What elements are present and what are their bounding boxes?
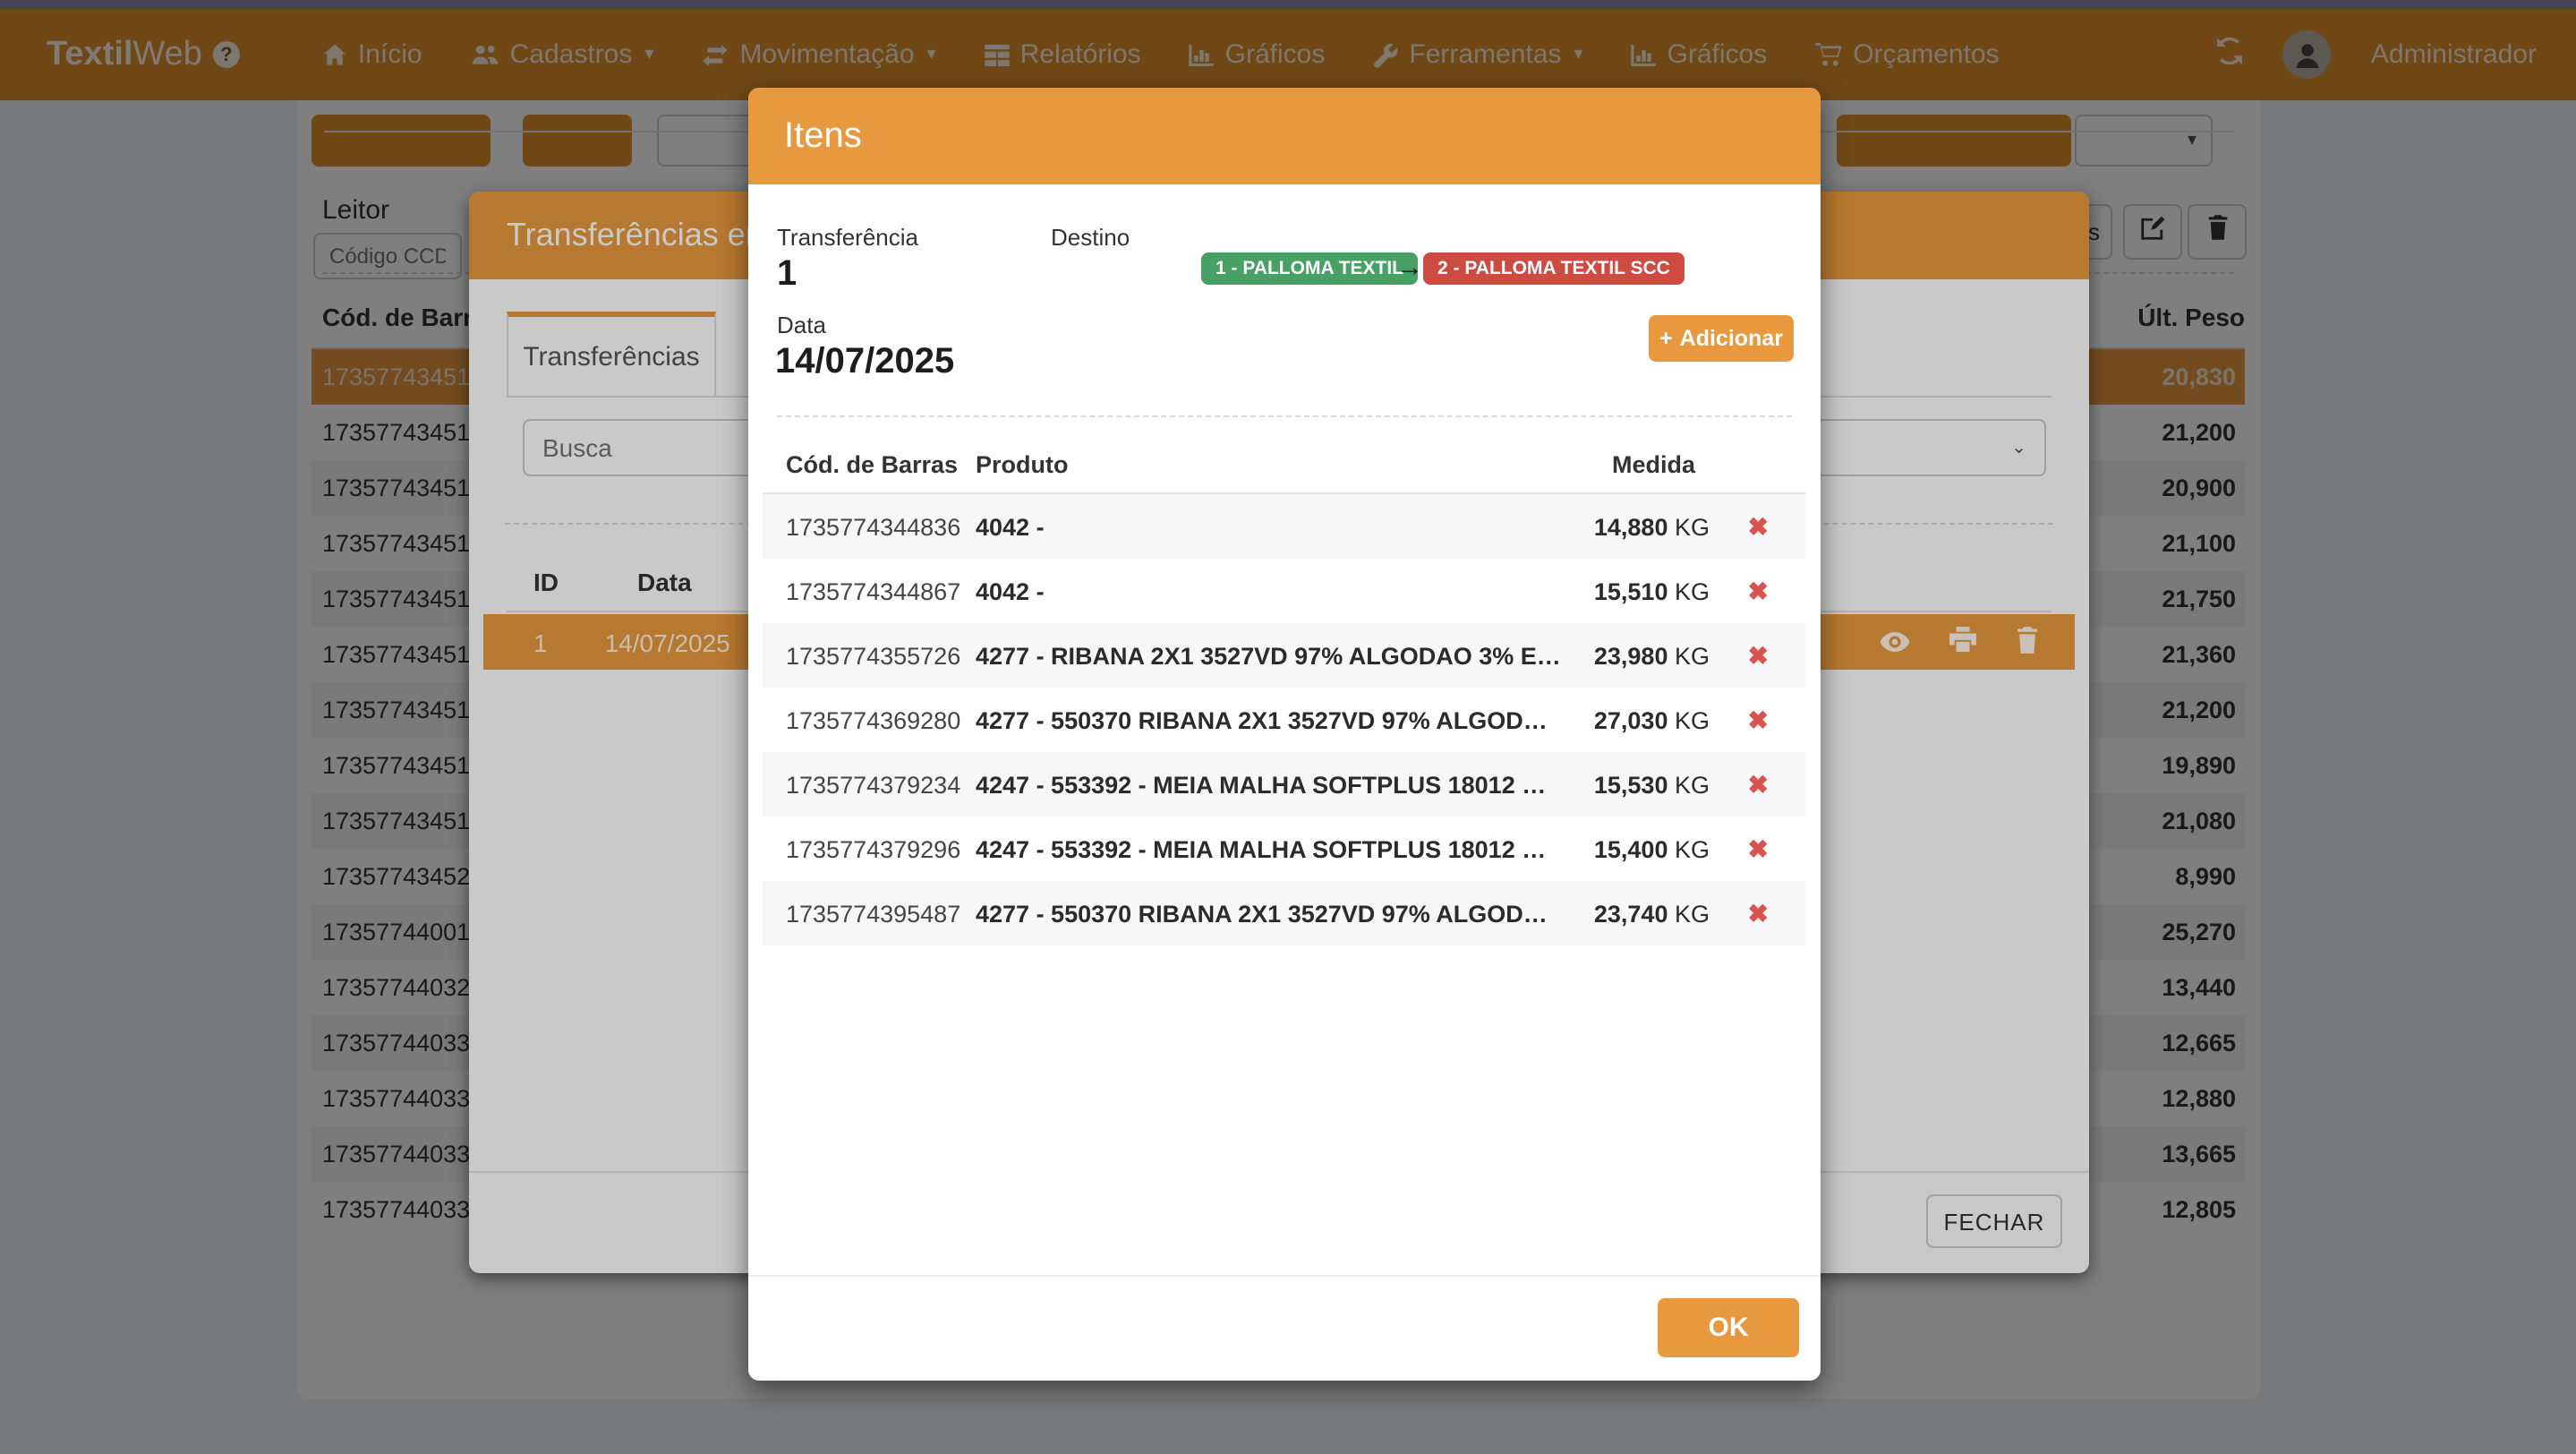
item-barcode: 1735774369280 — [786, 706, 960, 733]
ok-button[interactable]: OK — [1658, 1298, 1799, 1357]
remove-item-icon[interactable]: ✖ — [1748, 511, 1769, 542]
item-barcode: 1735774395487 — [786, 900, 960, 927]
item-produto: 4042 - — [976, 577, 1045, 604]
item-barcode: 1735774344867 — [786, 577, 960, 604]
item-medida: 15,510 KG — [1594, 577, 1710, 604]
item-barcode: 1735774379296 — [786, 835, 960, 862]
item-medida: 14,880 KG — [1594, 513, 1710, 540]
remove-item-icon[interactable]: ✖ — [1748, 640, 1769, 671]
item-row: 1735774344867 4042 - 15,510 KG ✖ — [763, 559, 1806, 623]
adicionar-button[interactable]: + Adicionar — [1649, 315, 1794, 362]
plus-icon: + — [1659, 326, 1673, 351]
itens-table: 17357743448364042 -14,880 KG✖17357743448… — [763, 494, 1806, 945]
item-row: 1735774344836 4042 - 14,880 KG ✖ — [763, 494, 1806, 559]
divider — [777, 415, 1792, 417]
item-medida: 23,740 KG — [1594, 900, 1710, 927]
modal-footer-divider — [748, 1275, 1821, 1277]
arrow-right-icon: → — [1396, 252, 1423, 283]
destino-badge: 2 - PALLOMA TEXTIL SCC — [1423, 252, 1685, 285]
data-value: 14/07/2025 — [775, 342, 954, 383]
item-medida: 15,400 KG — [1594, 835, 1710, 862]
remove-item-icon[interactable]: ✖ — [1748, 834, 1769, 864]
item-medida: 23,980 KG — [1594, 642, 1710, 669]
remove-item-icon[interactable]: ✖ — [1748, 576, 1769, 606]
destino-label: Destino — [1051, 224, 1130, 251]
item-row: 1735774395487 4277 - 550370 RIBANA 2X1 35… — [763, 881, 1806, 945]
item-produto: 4277 - 550370 RIBANA 2X1 3527VD 97% ALGO… — [976, 900, 1548, 927]
remove-item-icon[interactable]: ✖ — [1748, 769, 1769, 800]
data-label: Data — [777, 312, 826, 338]
item-row: 1735774355726 4277 - RIBANA 2X1 3527VD 97… — [763, 623, 1806, 688]
item-barcode: 1735774379234 — [786, 771, 960, 798]
item-produto: 4277 - RIBANA 2X1 3527VD 97% ALGODAO 3% … — [976, 642, 1561, 669]
item-produto: 4277 - 550370 RIBANA 2X1 3527VD 97% ALGO… — [976, 706, 1548, 733]
item-medida: 27,030 KG — [1594, 706, 1710, 733]
itens-modal-title: Itens — [784, 115, 862, 157]
remove-item-icon[interactable]: ✖ — [1748, 898, 1769, 928]
item-produto: 4247 - 553392 - MEIA MALHA SOFTPLUS 1801… — [976, 835, 1546, 862]
item-row: 1735774379234 4247 - 553392 - MEIA MALHA … — [763, 752, 1806, 817]
item-produto: 4247 - 553392 - MEIA MALHA SOFTPLUS 1801… — [976, 771, 1546, 798]
screen: ▾ s Leitor Cód. de Barras Últ. Peso 1735… — [0, 0, 2576, 1454]
top-strip — [0, 0, 2576, 9]
itens-col-medida: Medida — [748, 451, 1695, 478]
item-produto: 4042 - — [976, 513, 1045, 540]
item-barcode: 1735774344836 — [786, 513, 960, 540]
transferencia-label: Transferência — [777, 224, 918, 251]
item-medida: 15,530 KG — [1594, 771, 1710, 798]
item-row: 1735774379296 4247 - 553392 - MEIA MALHA … — [763, 817, 1806, 881]
ok-label: OK — [1709, 1313, 1749, 1343]
itens-modal-header: Itens — [748, 88, 1821, 184]
remove-item-icon[interactable]: ✖ — [1748, 705, 1769, 735]
origem-badge: 1 - PALLOMA TEXTIL — [1201, 252, 1418, 285]
itens-modal: Itens Transferência 1 Destino 1 - PALLOM… — [748, 88, 1821, 1381]
transferencia-value: 1 — [777, 254, 797, 295]
item-row: 1735774369280 4277 - 550370 RIBANA 2X1 35… — [763, 688, 1806, 752]
item-barcode: 1735774355726 — [786, 642, 960, 669]
adicionar-label: Adicionar — [1680, 326, 1783, 351]
